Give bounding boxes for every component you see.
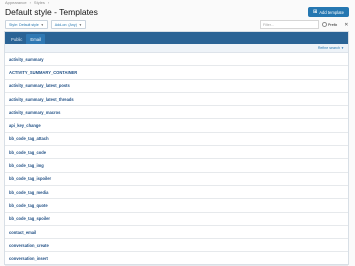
breadcrumb-separator-icon: ›	[47, 0, 50, 5]
template-row[interactable]: bb_code_tag_spoiler	[5, 213, 348, 226]
prefix-label: Prefix	[328, 22, 338, 27]
breadcrumb-item-styles[interactable]: Styles	[34, 0, 45, 5]
template-row[interactable]: contact_email	[5, 226, 348, 240]
style-dropdown[interactable]: Style: Default style ▼	[5, 20, 48, 29]
template-row[interactable]: activity_summary_latest_posts	[5, 80, 348, 93]
caret-down-icon: ▼	[78, 22, 82, 27]
addon-dropdown-label: Add-on: (Any)	[54, 22, 77, 27]
template-row[interactable]: bb_code_tag_quote	[5, 199, 348, 213]
refine-bar: Refine search ▼	[5, 44, 348, 53]
prefix-radio[interactable]	[322, 22, 327, 27]
addon-dropdown[interactable]: Add-on: (Any) ▼	[50, 20, 86, 29]
tab-bar: Public Email	[5, 32, 348, 44]
tab-public[interactable]: Public	[7, 34, 26, 44]
template-row[interactable]: api_key_change	[5, 119, 348, 133]
template-row[interactable]: bb_code_tag_media	[5, 186, 348, 200]
filter-input[interactable]: Filter...	[260, 20, 319, 29]
template-row[interactable]: bb_code_tag_img	[5, 159, 348, 173]
template-row[interactable]: bb_code_tag_attach	[5, 133, 348, 147]
breadcrumb-separator-icon: ›	[29, 0, 31, 5]
style-dropdown-label: Style: Default style	[9, 22, 39, 27]
plus-icon: ⊞	[313, 8, 318, 15]
template-row[interactable]: ACTIVITY_SUMMARY_CONTAINER	[5, 66, 348, 80]
breadcrumb: Appearance › Styles ›	[5, 0, 49, 5]
caret-down-icon: ▼	[341, 46, 344, 50]
prefix-option[interactable]: Prefix	[322, 22, 337, 27]
filter-row: Style: Default style ▼ Add-on: (Any) ▼	[5, 20, 86, 29]
add-template-label: Add template	[319, 9, 344, 15]
close-icon[interactable]: ✕	[344, 22, 348, 28]
template-row[interactable]: conversation_insert	[5, 252, 348, 266]
template-row[interactable]: conversation_create	[5, 239, 348, 253]
caret-down-icon: ▼	[40, 22, 44, 27]
page-title: Default style - Templates	[5, 7, 98, 17]
tab-email[interactable]: Email	[26, 34, 45, 44]
search-row: Filter... Prefix ✕	[260, 20, 348, 29]
add-template-button[interactable]: ⊞ Add template	[308, 7, 349, 17]
template-row[interactable]: activity_summary_macros	[5, 106, 348, 120]
breadcrumb-item-appearance[interactable]: Appearance	[5, 0, 27, 5]
template-row[interactable]: bb_code_tag_code	[5, 146, 348, 160]
templates-panel: Public Email Refine search ▼ activity_su…	[4, 31, 349, 266]
template-row[interactable]: activity_summary_latest_threads	[5, 93, 348, 107]
template-row[interactable]: bb_code_tag_ispoiler	[5, 173, 348, 186]
refine-search-link[interactable]: Refine search	[318, 46, 340, 50]
template-list: activity_summary ACTIVITY_SUMMARY_CONTAI…	[5, 53, 348, 266]
template-row[interactable]: activity_summary	[5, 53, 348, 67]
